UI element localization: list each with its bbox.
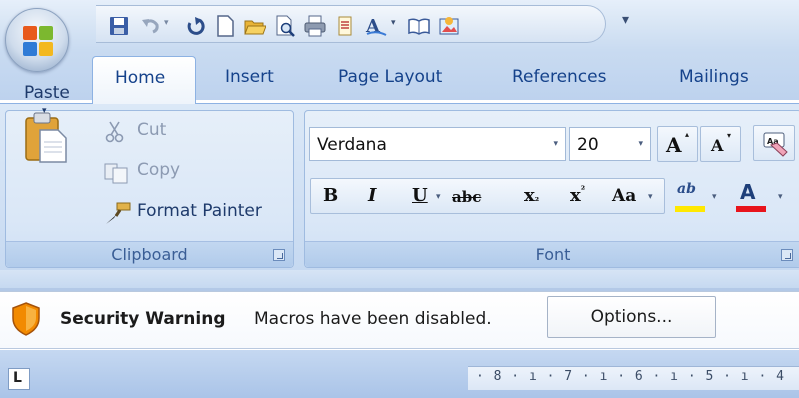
- ribbon-bottom-band: [0, 270, 799, 290]
- font-size-dropdown-icon[interactable]: ▾: [638, 139, 643, 149]
- redo-icon[interactable]: [184, 15, 206, 37]
- highlight-dropdown-icon[interactable]: ▾: [712, 192, 717, 202]
- print-preview-icon[interactable]: [274, 15, 296, 37]
- font-name-dropdown-icon[interactable]: ▾: [553, 139, 558, 149]
- open-icon[interactable]: [244, 15, 266, 37]
- copy-label: Copy: [137, 160, 181, 180]
- customize-toolbar-icon[interactable]: ▾: [622, 12, 629, 28]
- copy-button[interactable]: Copy: [104, 159, 224, 185]
- picture-icon[interactable]: [438, 15, 460, 37]
- tab-page-layout[interactable]: Page Layout: [338, 67, 442, 87]
- shrink-font-button[interactable]: A ▾: [700, 126, 741, 162]
- paste-icon: [25, 112, 67, 163]
- security-warning-message: Macros have been disabled.: [254, 309, 492, 329]
- new-document-icon[interactable]: [214, 15, 236, 37]
- tab-selector-button[interactable]: L: [8, 368, 30, 390]
- font-group-label: Font: [535, 245, 571, 264]
- paste-dropdown-icon[interactable]: ▾: [42, 106, 47, 116]
- options-button[interactable]: Options...: [547, 296, 716, 338]
- scissors-icon: [105, 121, 124, 143]
- print-icon[interactable]: [304, 15, 326, 37]
- paste-button[interactable]: [20, 112, 76, 212]
- font-size-value: 20: [577, 135, 599, 155]
- underline-dropdown-icon[interactable]: ▾: [436, 192, 441, 202]
- tab-references[interactable]: References: [512, 67, 606, 87]
- tab-home[interactable]: Home: [92, 56, 196, 104]
- undo-dropdown-icon[interactable]: ▾: [164, 18, 169, 28]
- ruler-marks: · 8 · ı · 7 · ı · 6 · ı · 5 · ı · 4: [476, 369, 785, 384]
- change-case-dropdown-icon[interactable]: ▾: [648, 192, 653, 202]
- clear-formatting-icon: Aa: [763, 132, 788, 157]
- subscript-button[interactable]: x₂: [524, 185, 539, 206]
- clipboard-group-label: Clipboard: [111, 245, 188, 264]
- paste-label[interactable]: Paste: [24, 83, 70, 103]
- text-style-dropdown-icon[interactable]: ▾: [391, 18, 396, 28]
- office-button[interactable]: [5, 8, 69, 72]
- text-style-icon[interactable]: A: [364, 15, 388, 37]
- book-icon[interactable]: [408, 15, 430, 37]
- format-painter-icon: [106, 202, 131, 224]
- tab-stop-icon: L: [13, 370, 22, 386]
- security-warning-title: Security Warning: [60, 309, 226, 329]
- italic-button[interactable]: I: [368, 185, 376, 206]
- underline-button[interactable]: U: [412, 185, 428, 206]
- shrink-font-icon: A: [711, 136, 724, 155]
- font-size-combobox[interactable]: 20 ▾: [569, 127, 651, 161]
- document-icon[interactable]: [334, 15, 356, 37]
- format-painter-label: Format Painter: [137, 201, 262, 221]
- tab-insert[interactable]: Insert: [225, 67, 274, 87]
- font-color-dropdown-icon[interactable]: ▾: [778, 192, 783, 202]
- grow-font-button[interactable]: A ▴: [657, 126, 698, 162]
- copy-icon: [104, 163, 128, 184]
- strikethrough-button[interactable]: abc: [452, 188, 481, 206]
- highlight-icon: ab: [677, 181, 696, 197]
- font-color-icon: A: [740, 180, 756, 204]
- font-color-button[interactable]: A: [734, 180, 774, 216]
- clipboard-dialog-launcher-icon[interactable]: [273, 249, 285, 261]
- font-name-value: Verdana: [317, 135, 387, 155]
- tab-home-label: Home: [115, 68, 166, 88]
- format-painter-button[interactable]: Format Painter: [104, 200, 289, 226]
- change-case-button[interactable]: Aa: [612, 186, 636, 206]
- bold-button[interactable]: B: [323, 185, 338, 206]
- tab-mailings[interactable]: Mailings: [679, 67, 749, 87]
- horizontal-ruler[interactable]: · 8 · ı · 7 · ı · 6 · ı · 5 · ı · 4: [468, 366, 799, 390]
- superscript-button[interactable]: x²: [570, 185, 585, 206]
- shield-icon: [12, 302, 40, 336]
- clear-formatting-button[interactable]: Aa: [753, 125, 795, 161]
- office-logo-icon: [23, 26, 53, 56]
- font-name-combobox[interactable]: Verdana ▾: [309, 127, 566, 161]
- quick-access-toolbar: ▾ A ▾: [96, 5, 606, 43]
- cut-label: Cut: [137, 120, 167, 140]
- font-dialog-launcher-icon[interactable]: [781, 249, 793, 261]
- grow-font-icon: A: [666, 133, 682, 157]
- undo-icon[interactable]: [140, 15, 162, 37]
- highlight-button[interactable]: ab: [673, 180, 713, 216]
- save-icon[interactable]: [108, 15, 130, 37]
- cut-button[interactable]: Cut: [104, 119, 224, 145]
